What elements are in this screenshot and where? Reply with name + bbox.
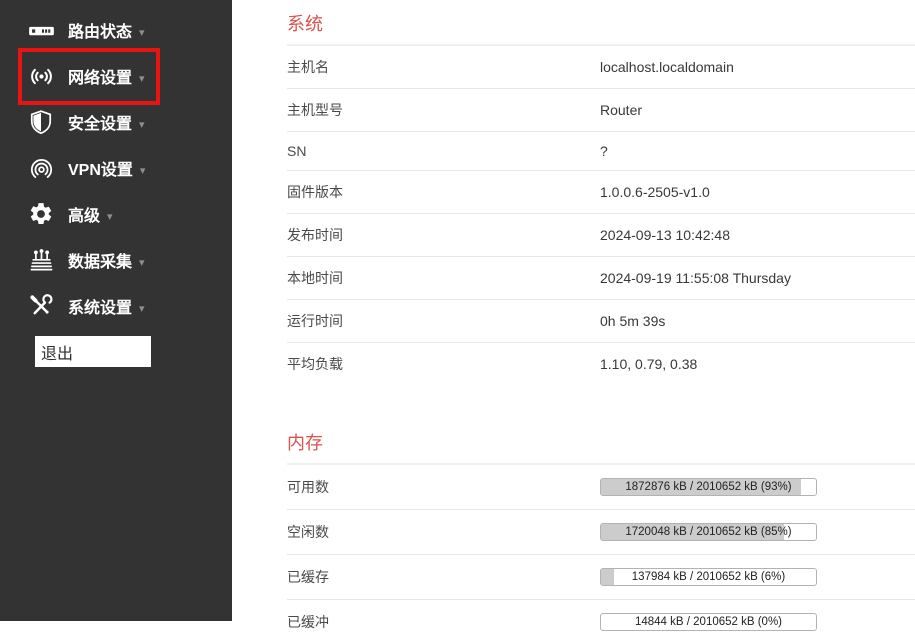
sidebar-item-router-status[interactable]: 路由状态 ▾ [0,7,232,53]
row-label: 主机名 [287,57,600,77]
router-status-icon [27,17,55,44]
caret-down-icon: ▾ [140,164,146,177]
table-row: 主机型号Router [287,89,915,132]
wireless-rings-icon [27,155,55,182]
progress-text: 14844 kB / 2010652 kB (0%) [601,614,816,630]
row-label: 发布时间 [287,225,600,245]
table-row: SN? [287,132,915,171]
sidebar-item-label: 系统设置 [68,294,132,318]
memory-progress-bar: 1720048 kB / 2010652 kB (85%) [600,523,817,541]
memory-section-title: 内存 [287,433,915,465]
row-value: 1.0.0.6-2505-v1.0 [600,184,710,200]
row-value: 1872876 kB / 2010652 kB (93%) [600,478,817,496]
sidebar-item-label: 路由状态 [68,18,132,42]
shield-icon [27,109,55,136]
row-value: 2024-09-19 11:55:08 Thursday [600,270,791,286]
caret-down-icon: ▾ [139,72,145,85]
row-label: 已缓冲 [287,612,600,632]
caret-down-icon: ▾ [107,210,113,223]
sidebar-item-vpn-settings[interactable]: VPN设置 ▾ [0,145,232,191]
row-label: SN [287,143,600,159]
sidebar-item-label: 高级 [68,202,100,226]
sidebar-menu: 路由状态 ▾ 网络设置 ▾ 安全设置 ▾ VPN设置 ▾ 高级 ▾ 数据采集 ▾ 系统设置 ▾ [0,0,232,329]
memory-table: 可用数1872876 kB / 2010652 kB (93%)空闲数17200… [287,465,915,644]
table-row: 可用数1872876 kB / 2010652 kB (93%) [287,465,915,510]
sidebar-item-label: 网络设置 [68,64,132,88]
tools-icon [27,293,55,320]
app-window: 路由状态 ▾ 网络设置 ▾ 安全设置 ▾ VPN设置 ▾ 高级 ▾ 数据采集 ▾ 系统设置 ▾ 退出 系统… [0,0,915,621]
row-value: 137984 kB / 2010652 kB (6%) [600,568,817,586]
sidebar-item-security-settings[interactable]: 安全设置 ▾ [0,99,232,145]
sidebar-item-advanced[interactable]: 高级 ▾ [0,191,232,237]
row-label: 空闲数 [287,522,600,542]
system-section-title: 系统 [287,14,915,46]
row-value: 1.10, 0.79, 0.38 [600,356,697,372]
sidebar-item-label: VPN设置 [68,156,133,180]
memory-progress-bar: 1872876 kB / 2010652 kB (93%) [600,478,817,496]
table-row: 已缓存137984 kB / 2010652 kB (6%) [287,555,915,600]
progress-text: 1720048 kB / 2010652 kB (85%) [601,524,816,540]
sidebar-item-label: 安全设置 [68,110,132,134]
table-row: 已缓冲14844 kB / 2010652 kB (0%) [287,600,915,644]
row-label: 已缓存 [287,567,600,587]
table-row: 固件版本1.0.0.6-2505-v1.0 [287,171,915,214]
progress-text: 1872876 kB / 2010652 kB (93%) [601,479,816,495]
caret-down-icon: ▾ [139,26,145,39]
system-section: 系统 主机名localhost.localdomain主机型号RouterSN?… [287,14,915,385]
table-row: 运行时间0h 5m 39s [287,300,915,343]
memory-section: 内存 可用数1872876 kB / 2010652 kB (93%)空闲数17… [287,433,915,644]
sidebar-item-system-settings[interactable]: 系统设置 ▾ [0,283,232,329]
table-row: 本地时间2024-09-19 11:55:08 Thursday [287,257,915,300]
row-label: 固件版本 [287,182,600,202]
sidebar-item-network-settings[interactable]: 网络设置 ▾ [0,53,232,99]
row-label: 可用数 [287,477,600,497]
progress-text: 137984 kB / 2010652 kB (6%) [601,569,816,585]
memory-progress-bar: 137984 kB / 2010652 kB (6%) [600,568,817,586]
caret-down-icon: ▾ [139,256,145,269]
sidebar-item-label: 数据采集 [68,248,132,272]
memory-progress-bar: 14844 kB / 2010652 kB (0%) [600,613,817,631]
row-value: Router [600,102,642,118]
table-row: 发布时间2024-09-13 10:42:48 [287,214,915,257]
abacus-icon [27,247,55,274]
table-row: 主机名localhost.localdomain [287,46,915,89]
system-table: 主机名localhost.localdomain主机型号RouterSN?固件版… [287,46,915,385]
caret-down-icon: ▾ [139,302,145,315]
caret-down-icon: ▾ [139,118,145,131]
row-label: 平均负载 [287,354,600,374]
row-value: 2024-09-13 10:42:48 [600,227,730,243]
sidebar-item-data-collection[interactable]: 数据采集 ▾ [0,237,232,283]
row-label: 运行时间 [287,311,600,331]
table-row: 平均负载1.10, 0.79, 0.38 [287,343,915,385]
row-value: 0h 5m 39s [600,313,665,329]
row-label: 主机型号 [287,100,600,120]
row-value: 1720048 kB / 2010652 kB (85%) [600,523,817,541]
logout-button[interactable]: 退出 [35,336,151,367]
row-value: ? [600,143,608,159]
row-value: localhost.localdomain [600,59,734,75]
gear-icon [27,201,55,228]
antenna-icon [27,63,55,90]
table-row: 空闲数1720048 kB / 2010652 kB (85%) [287,510,915,555]
row-label: 本地时间 [287,268,600,288]
row-value: 14844 kB / 2010652 kB (0%) [600,613,817,631]
logout-label: 退出 [41,340,73,364]
main-content: 系统 主机名localhost.localdomain主机型号RouterSN?… [232,0,915,621]
sidebar: 路由状态 ▾ 网络设置 ▾ 安全设置 ▾ VPN设置 ▾ 高级 ▾ 数据采集 ▾ 系统设置 ▾ 退出 [0,0,232,621]
